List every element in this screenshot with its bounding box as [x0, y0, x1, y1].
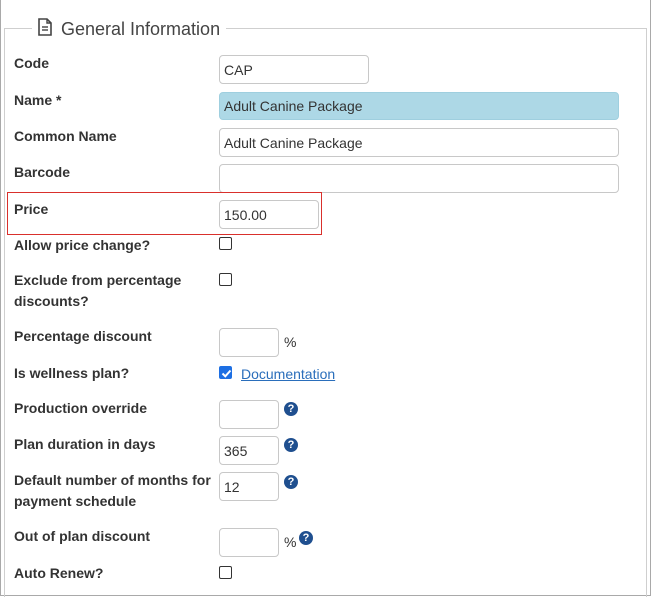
percentage-discount-input[interactable]	[219, 328, 279, 357]
code-input[interactable]	[219, 55, 369, 84]
wellness-plan-label: Is wellness plan?	[14, 365, 130, 381]
allow-price-change-label: Allow price change?	[14, 237, 151, 253]
documentation-link[interactable]: Documentation	[241, 366, 335, 382]
code-label: Code	[14, 55, 49, 71]
name-label: Name *	[14, 92, 62, 108]
out-of-plan-discount-label: Out of plan discount	[14, 528, 151, 544]
exclude-discounts-checkbox[interactable]	[219, 273, 232, 286]
default-months-label: Default number of months for payment sch…	[14, 470, 214, 512]
document-icon	[38, 17, 52, 41]
barcode-label: Barcode	[14, 164, 71, 180]
allow-price-change-checkbox[interactable]	[219, 237, 232, 250]
help-icon[interactable]: ?	[299, 531, 313, 545]
percentage-discount-suffix: %	[284, 334, 297, 350]
fieldset-border-right	[646, 28, 647, 597]
name-input[interactable]	[219, 92, 619, 120]
exclude-discounts-label: Exclude from percentage discounts?	[14, 270, 214, 312]
section-title: General Information	[61, 18, 221, 39]
checkmark-icon	[221, 369, 232, 378]
auto-renew-checkbox[interactable]	[219, 566, 232, 579]
common-name-label: Common Name	[14, 128, 117, 144]
help-icon[interactable]: ?	[284, 438, 298, 452]
help-icon[interactable]: ?	[284, 475, 298, 489]
default-months-label-line1: Default number of months for	[14, 472, 211, 488]
section-legend: General Information	[32, 14, 227, 44]
help-icon[interactable]: ?	[284, 402, 298, 416]
wellness-plan-checkbox[interactable]	[219, 366, 232, 379]
price-label: Price	[14, 201, 49, 217]
production-override-input[interactable]	[219, 400, 279, 429]
plan-duration-input[interactable]	[219, 436, 279, 465]
default-months-input[interactable]	[219, 472, 279, 501]
barcode-input[interactable]	[219, 164, 619, 193]
production-override-label: Production override	[14, 400, 148, 416]
plan-duration-label: Plan duration in days	[14, 436, 156, 452]
common-name-input[interactable]	[219, 128, 619, 157]
fieldset-border-left	[4, 28, 5, 597]
exclude-discounts-label-line1: Exclude from percentage	[14, 272, 182, 288]
out-of-plan-discount-input[interactable]	[219, 528, 279, 557]
default-months-label-line2: payment schedule	[14, 493, 137, 509]
price-input[interactable]	[219, 200, 319, 229]
auto-renew-label: Auto Renew?	[14, 565, 104, 581]
percentage-discount-label: Percentage discount	[14, 328, 152, 344]
exclude-discounts-label-line2: discounts?	[14, 293, 89, 309]
out-of-plan-discount-suffix: %	[284, 534, 297, 550]
